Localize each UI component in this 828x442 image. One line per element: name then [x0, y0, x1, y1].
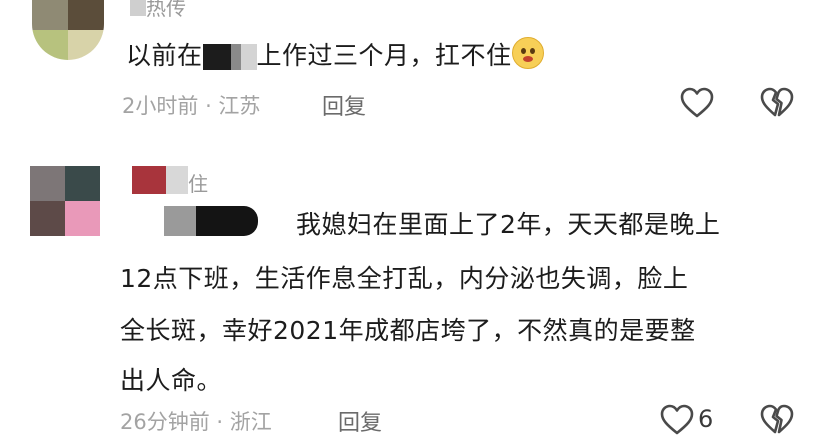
avatar[interactable] — [30, 166, 100, 236]
heart-outline-icon — [680, 87, 714, 118]
comment-text-start: 以前在 — [126, 41, 203, 70]
dot-separator: · — [216, 410, 230, 434]
broken-heart-icon — [760, 87, 794, 117]
comment-meta: 26分钟前 · 浙江 — [120, 406, 272, 436]
comment-text-line: 12点下班，生活作息全打乱，内分泌也失调，脸上 — [120, 264, 689, 293]
reply-button[interactable]: 回复 — [338, 405, 382, 437]
comment-meta: 2小时前 · 江苏 — [122, 90, 260, 120]
avatar[interactable] — [32, 0, 104, 60]
comment-item: 住 我媳妇在里面上了2年，天天都是晚上 12点下班，生活作息全打乱，内分泌也失调… — [0, 160, 828, 442]
heart-outline-icon — [660, 404, 694, 435]
comment-item: 热传 以前在 上作过三个月，扛不住 2小时前 · 江苏 回复 — [0, 0, 828, 150]
username-mask — [166, 166, 188, 194]
username[interactable]: 热传 — [146, 0, 186, 21]
dislike-button[interactable] — [760, 87, 794, 123]
username-mask — [130, 0, 146, 16]
comment-time: 2小时前 — [122, 94, 199, 118]
dislike-button[interactable] — [760, 404, 794, 440]
comment-location: 浙江 — [229, 410, 272, 434]
comment-text-line: 全长斑，幸好2021年成都店垮了，不然真的是要整 — [120, 316, 696, 345]
like-button[interactable] — [680, 87, 714, 123]
comment-text-end: 上作过三个月，扛不住 — [256, 41, 512, 70]
comment-text-line: 我媳妇在里面上了2年，天天都是晚上 — [296, 210, 721, 239]
username[interactable]: 住 — [188, 168, 208, 197]
username-mask — [132, 166, 166, 194]
reply-button[interactable]: 回复 — [322, 89, 366, 121]
like-count: 6 — [698, 405, 714, 433]
broken-heart-icon — [760, 404, 794, 434]
sweating-face-icon — [511, 37, 544, 69]
comment-text: 以前在 上作过三个月，扛不住 — [126, 33, 544, 78]
redacted-mask — [202, 44, 257, 70]
dot-separator: · — [205, 94, 219, 118]
redacted-mask — [196, 206, 258, 236]
like-button[interactable] — [660, 404, 694, 440]
comment-text-line: 出人命。 — [120, 366, 223, 395]
redacted-mask — [164, 206, 196, 236]
comment-time: 26分钟前 — [120, 410, 210, 434]
comment-location: 江苏 — [218, 94, 261, 118]
